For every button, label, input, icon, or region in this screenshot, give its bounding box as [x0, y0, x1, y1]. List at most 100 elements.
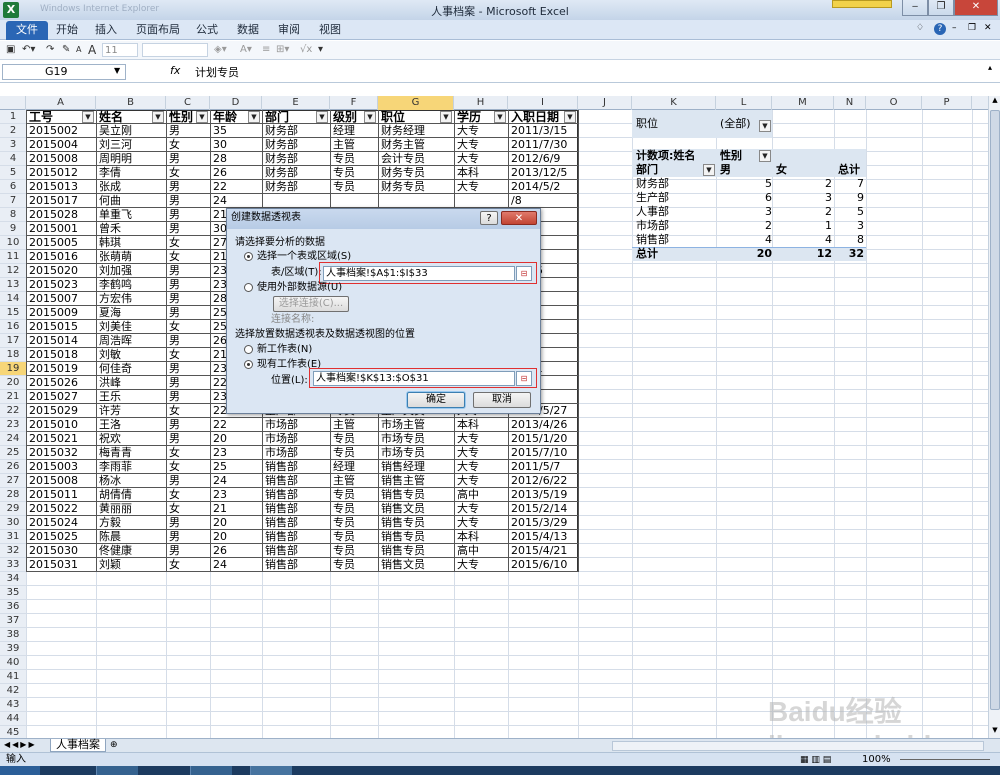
tab-formulas[interactable]: 公式: [195, 22, 219, 40]
table-cell[interactable]: 本科: [455, 418, 507, 432]
table-cell[interactable]: 20: [211, 516, 261, 530]
table-cell[interactable]: 2015003: [27, 460, 95, 474]
pivot-cell[interactable]: 人事部: [634, 205, 714, 219]
tab-insert[interactable]: 插入: [94, 22, 118, 40]
col-header-h[interactable]: H: [454, 96, 508, 110]
table-cell[interactable]: 大专: [455, 474, 507, 488]
table-cell[interactable]: 2015022: [27, 502, 95, 516]
table-cell[interactable]: 2015026: [27, 376, 95, 390]
table-cell[interactable]: 专员: [331, 544, 377, 558]
table-cell[interactable]: 2015015: [27, 320, 95, 334]
table-cell[interactable]: 专员: [331, 180, 377, 194]
table-cell[interactable]: 经理: [331, 124, 377, 138]
table-cell[interactable]: 2015018: [27, 348, 95, 362]
minimize-button[interactable]: ‒: [902, 0, 928, 16]
filter-dropdown-icon[interactable]: ▼: [152, 111, 164, 123]
row-header-29[interactable]: 29: [0, 502, 26, 516]
table-cell[interactable]: 洪峰: [97, 376, 165, 390]
close-window-button[interactable]: ✕: [954, 0, 998, 16]
row-header-3[interactable]: 3: [0, 138, 26, 152]
row-header-4[interactable]: 4: [0, 152, 26, 166]
pivot-cell[interactable]: 生产部: [634, 191, 714, 205]
table-cell[interactable]: 2013/12/5: [509, 166, 577, 180]
table-cell[interactable]: 刘三河: [97, 138, 165, 152]
table-cell[interactable]: 20: [211, 432, 261, 446]
table-cell[interactable]: 专员: [331, 152, 377, 166]
table-cell[interactable]: 男: [167, 180, 209, 194]
name-box[interactable]: G19: [2, 64, 126, 80]
col-header-a[interactable]: A: [26, 96, 96, 110]
choose-connection-button[interactable]: 选择连接(C)...: [273, 296, 349, 312]
row-header-11[interactable]: 11: [0, 250, 26, 264]
radio-external-source[interactable]: [244, 283, 253, 292]
row-header-12[interactable]: 12: [0, 264, 26, 278]
filter-dropdown-icon[interactable]: ▼: [564, 111, 576, 123]
col-header-k[interactable]: K: [632, 96, 716, 110]
table-cell[interactable]: 22: [211, 418, 261, 432]
row-header-42[interactable]: 42: [0, 684, 26, 698]
pivot-cell[interactable]: 4: [718, 233, 772, 247]
table-cell[interactable]: 女: [167, 460, 209, 474]
table-cell[interactable]: 专员: [331, 446, 377, 460]
table-cell[interactable]: 会计专员: [379, 152, 453, 166]
table-cell[interactable]: 2012/6/9: [509, 152, 577, 166]
col-header-d[interactable]: D: [210, 96, 262, 110]
table-cell[interactable]: 26: [211, 166, 261, 180]
table-cell[interactable]: 2015008: [27, 474, 95, 488]
table-cell[interactable]: 市场专员: [379, 446, 453, 460]
col-header-c[interactable]: C: [166, 96, 210, 110]
pivot-cell[interactable]: 6: [718, 191, 772, 205]
header-cell[interactable]: 工号: [27, 110, 81, 124]
range-input[interactable]: 人事档案!$A$1:$I$33: [323, 266, 515, 281]
table-cell[interactable]: 24: [211, 194, 261, 208]
table-cell[interactable]: 2013/5/19: [509, 488, 577, 502]
table-cell[interactable]: 女: [167, 558, 209, 572]
row-header-10[interactable]: 10: [0, 236, 26, 250]
header-cell[interactable]: 入职日期: [509, 110, 563, 124]
cancel-button[interactable]: 取消: [473, 392, 531, 408]
col-header-l[interactable]: L: [716, 96, 772, 110]
view-buttons-icon[interactable]: ▦ ▥ ▤: [800, 754, 831, 766]
table-cell[interactable]: 专员: [331, 432, 377, 446]
table-cell[interactable]: 2015/6/10: [509, 558, 577, 572]
customize-qat-icon[interactable]: ▾: [318, 43, 323, 57]
table-cell[interactable]: 祝欢: [97, 432, 165, 446]
table-cell[interactable]: 2015028: [27, 208, 95, 222]
table-cell[interactable]: 2015005: [27, 236, 95, 250]
table-cell[interactable]: 大专: [455, 180, 507, 194]
table-cell[interactable]: 男: [167, 418, 209, 432]
row-header-14[interactable]: 14: [0, 292, 26, 306]
font-color-icon[interactable]: A▾: [240, 43, 252, 57]
save-icon[interactable]: ▣: [6, 43, 15, 57]
table-cell[interactable]: 男: [167, 124, 209, 138]
increase-font-icon[interactable]: A: [88, 43, 96, 57]
format-painter-icon[interactable]: ✎: [62, 43, 70, 57]
horizontal-scrollbar[interactable]: [612, 741, 984, 751]
table-cell[interactable]: /8: [509, 194, 577, 208]
table-cell[interactable]: 市场部: [263, 432, 329, 446]
table-cell[interactable]: 大专: [455, 432, 507, 446]
row-header-19[interactable]: 19: [0, 362, 26, 376]
pivot-col-dropdown[interactable]: ▼: [759, 150, 771, 162]
table-cell[interactable]: 销售专员: [379, 516, 453, 530]
header-cell[interactable]: 级别: [331, 110, 363, 124]
table-cell[interactable]: 曾禾: [97, 222, 165, 236]
minimize-ribbon-icon[interactable]: ♢: [916, 23, 928, 35]
row-header-20[interactable]: 20: [0, 376, 26, 390]
table-cell[interactable]: 财务专员: [379, 180, 453, 194]
table-cell[interactable]: 李鹤鸣: [97, 278, 165, 292]
formula-input[interactable]: 计划专员: [195, 64, 239, 80]
table-cell[interactable]: 2015024: [27, 516, 95, 530]
table-cell[interactable]: 夏海: [97, 306, 165, 320]
table-cell[interactable]: 2015002: [27, 124, 95, 138]
sheet-nav-icon[interactable]: ◀◀▶▶: [4, 740, 37, 749]
table-cell[interactable]: 2015031: [27, 558, 95, 572]
table-cell[interactable]: 女: [167, 166, 209, 180]
table-cell[interactable]: 韩琪: [97, 236, 165, 250]
help-icon[interactable]: ?: [934, 23, 946, 35]
ok-button[interactable]: 确定: [407, 392, 465, 408]
row-header-9[interactable]: 9: [0, 222, 26, 236]
table-cell[interactable]: 大专: [455, 460, 507, 474]
style-select[interactable]: [142, 43, 208, 57]
table-cell[interactable]: 2015/1/20: [509, 432, 577, 446]
